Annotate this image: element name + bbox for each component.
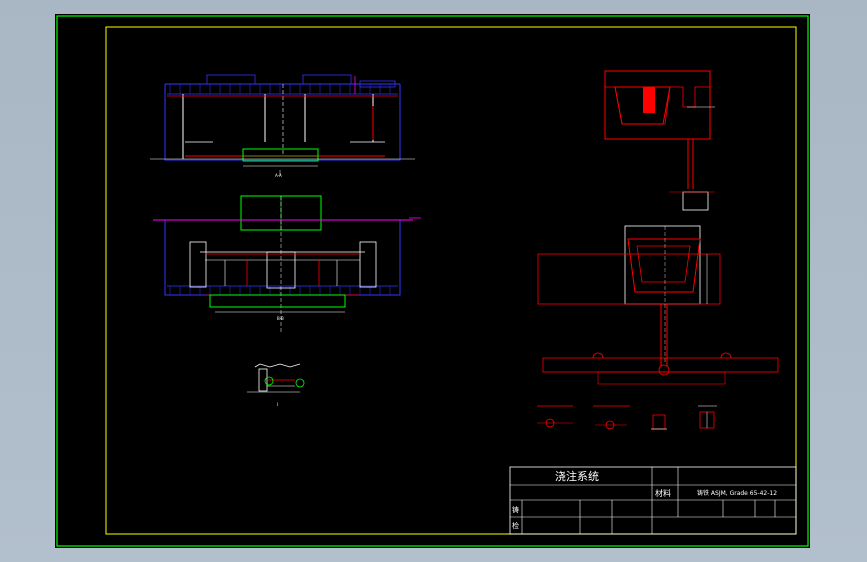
small-section-views	[537, 405, 717, 430]
title-block-row-a: 铸	[512, 505, 519, 514]
detail-view	[247, 363, 305, 393]
section-label-middle: B-B	[277, 316, 284, 321]
section-label-detail: I	[277, 402, 278, 407]
section-label-top: A-A	[275, 173, 282, 178]
cad-drawing: 浇注系统 材料 铸铁 ASJM, Grade 65-42-12 铸 检 A-A …	[56, 15, 809, 547]
material-label: 材料	[655, 488, 671, 498]
top-section-view	[150, 74, 415, 176]
inner-border	[105, 26, 797, 535]
pouring-cup-view	[604, 70, 715, 211]
title-block: 浇注系统 材料 铸铁 ASJM, Grade 65-42-12 铸 检	[509, 466, 797, 535]
title-block-title: 浇注系统	[555, 469, 599, 483]
middle-section-view	[153, 195, 421, 334]
title-block-row-b: 检	[512, 521, 519, 530]
cad-viewport[interactable]: 浇注系统 材料 铸铁 ASJM, Grade 65-42-12 铸 检 A-A …	[0, 0, 867, 562]
material-value: 铸铁 ASJM, Grade 65-42-12	[697, 489, 777, 497]
drawing-canvas[interactable]: 浇注系统 材料 铸铁 ASJM, Grade 65-42-12 铸 检 A-A …	[55, 14, 810, 548]
runner-plan-view	[537, 225, 779, 385]
